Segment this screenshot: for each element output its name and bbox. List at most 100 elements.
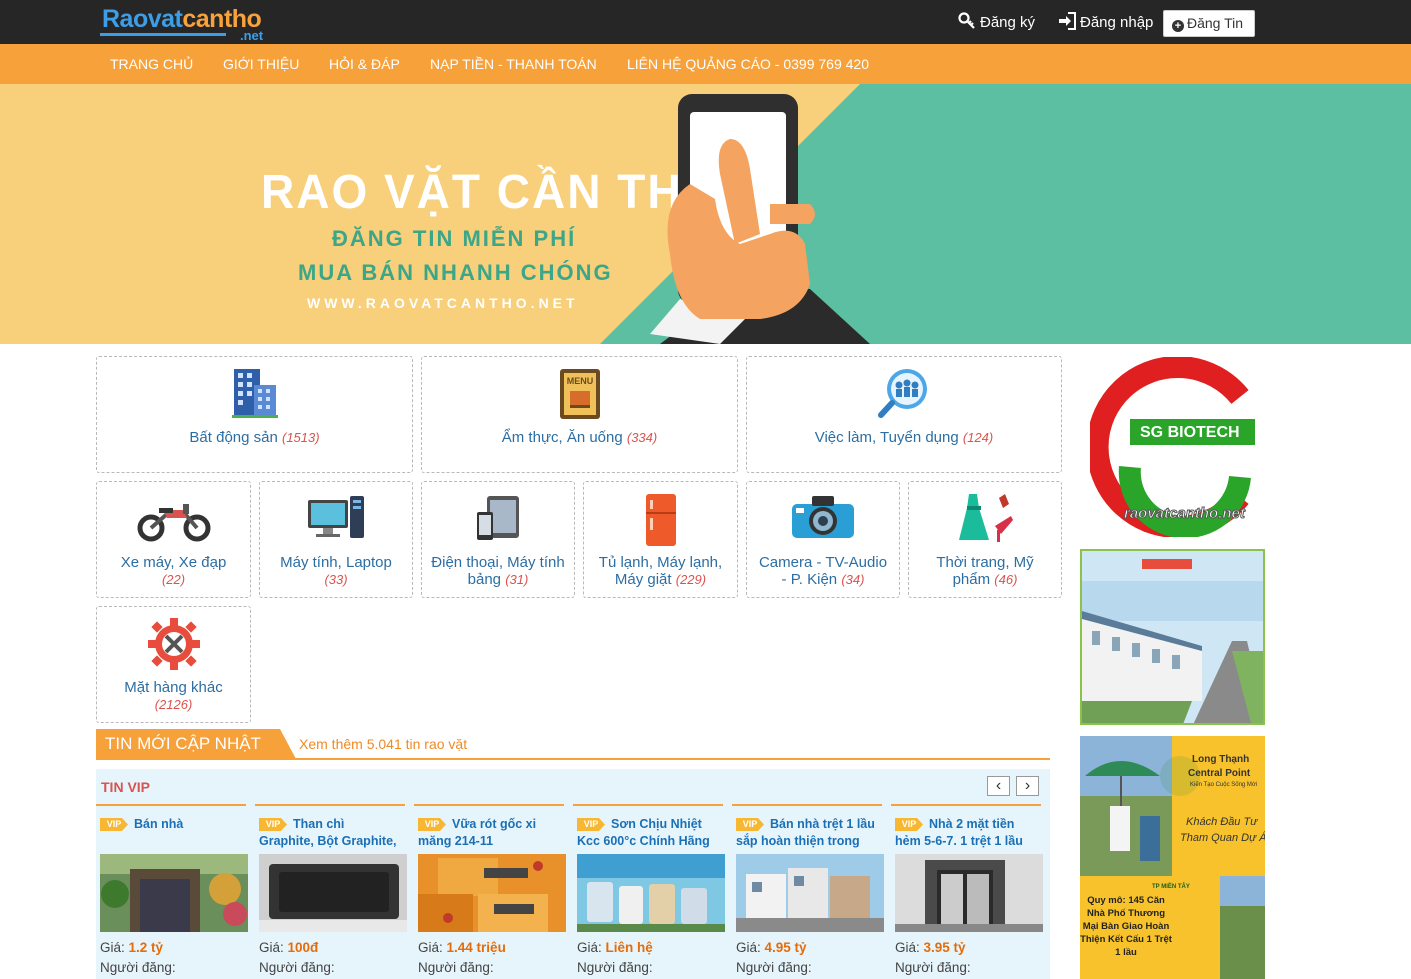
- vip-card-price-row: Giá: Liên hệ: [577, 940, 653, 955]
- vip-card-title[interactable]: Bán nhà: [100, 816, 243, 850]
- price-label: Giá:: [100, 940, 125, 955]
- vip-card-title[interactable]: Sơn Chịu Nhiệt Kcc 600°c Chính Hãng 100%: [577, 816, 720, 850]
- ad1-site: raovatcantho.net: [1124, 505, 1246, 523]
- poster-label: Người đăng:: [100, 960, 176, 975]
- price-label: Giá:: [577, 940, 602, 955]
- vip-card-title[interactable]: Nhà 2 mặt tiền hẻm 5-6-7. 1 trệt 1 lầu c…: [895, 816, 1038, 850]
- logo-underline: [100, 33, 226, 36]
- category-card-other[interactable]: Mặt hàng khác (2126): [96, 606, 251, 723]
- vip-card-price: 4.95 tỷ: [764, 940, 807, 955]
- ad3-sub: Kiến Tạo Cuộc Sống Mới: [1190, 782, 1258, 788]
- vip-card-price-row: Giá: 1.2 tỷ: [100, 940, 163, 955]
- vip-card[interactable]: VIP Bán nhà Giá: 1.2 tỷ Người đăng:: [96, 804, 248, 979]
- vip-card-image[interactable]: [418, 854, 566, 932]
- category-name: Mặt hàng khác: [124, 679, 223, 696]
- ad3-desc: Quy mô: 145 Căn Nhà Phố Thương Mại Bàn G…: [1080, 895, 1172, 958]
- hero-banner[interactable]: RAO VẶT CẦN THƠ ĐĂNG TIN MIỄN PHÍ MUA BÁ…: [0, 84, 1411, 344]
- category-name: Xe máy, Xe đạp: [120, 554, 227, 571]
- vip-card-price-row: Giá: 4.95 tỷ: [736, 940, 807, 955]
- vip-card[interactable]: VIP Nhà 2 mặt tiền hẻm 5-6-7. 1 trệt 1 l…: [891, 804, 1043, 979]
- vip-card-price-row: Giá: 100đ: [259, 940, 318, 955]
- category-card-computer[interactable]: Máy tính, Laptop (33): [259, 481, 413, 598]
- building-icon: [231, 369, 278, 418]
- chevron-right-icon: ›: [1024, 777, 1031, 794]
- poster-label: Người đăng:: [259, 960, 335, 975]
- category-name: Máy tính, Laptop: [280, 554, 392, 571]
- category-count: (34): [841, 572, 865, 587]
- register-link[interactable]: Đăng ký: [958, 12, 1035, 32]
- category-card-jobs[interactable]: Việc làm, Tuyển dụng (124): [746, 356, 1062, 473]
- vip-card-price: 100đ: [287, 940, 319, 955]
- carousel-prev-button[interactable]: ‹: [987, 776, 1010, 796]
- svg-text:MENU: MENU: [566, 376, 593, 386]
- sign-in-icon: [1059, 12, 1076, 30]
- nav-faq[interactable]: HỎI & ĐÁP: [329, 44, 400, 84]
- key-icon: [958, 12, 975, 29]
- nav-payment[interactable]: NẠP TIỀN - THANH TOÁN: [430, 44, 597, 84]
- category-card-food[interactable]: MENU Ẩm thực, Ăn uống (334): [421, 356, 738, 473]
- category-count: (22): [161, 572, 186, 587]
- logo-suffix: .net: [240, 28, 264, 43]
- vip-card-title[interactable]: Vữa rót gốc xi măng 214-11: [418, 816, 561, 850]
- nav-about[interactable]: GIỚI THIỆU: [223, 44, 299, 84]
- vip-card-title[interactable]: Than chì Graphite, Bột Graphite, khuân đ…: [259, 816, 402, 850]
- vip-card[interactable]: VIP Than chì Graphite, Bột Graphite, khu…: [255, 804, 407, 979]
- carousel-next-button[interactable]: ›: [1016, 776, 1039, 796]
- top-bar: Raovatcantho .net Đăng ký Đăng nhập + Đăn…: [0, 0, 1411, 44]
- main-nav: TRANG CHỦ GIỚI THIỆU HỎI & ĐÁP NẠP TIỀN …: [0, 44, 1411, 84]
- banner-url: WWW.RAOVATCANTHO.NET: [307, 295, 579, 311]
- post-label: Đăng Tin: [1187, 15, 1244, 31]
- ad3-title1: Long Thạnh: [1192, 754, 1250, 765]
- category-name: Điện thoại, Máy tính bảng: [431, 554, 565, 588]
- vip-card[interactable]: VIP Sơn Chịu Nhiệt Kcc 600°c Chính Hãng …: [573, 804, 725, 979]
- vip-card-price-row: Giá: 3.95 tỷ: [895, 940, 966, 955]
- latest-section-title: TIN MỚI CẬP NHẬT: [96, 729, 296, 759]
- ad-real-estate-photo[interactable]: [1080, 549, 1265, 725]
- see-more-link[interactable]: Xem thêm 5.041 tin rao vặt: [299, 736, 467, 752]
- vip-section-title: TIN VIP: [101, 779, 151, 795]
- vip-card-image[interactable]: [259, 854, 407, 932]
- category-card-real-estate[interactable]: Bất động sản (1513): [96, 356, 413, 473]
- ad3-script1: Khách Đầu Tư: [1186, 816, 1258, 828]
- computer-icon: [308, 496, 364, 538]
- category-count: (229): [675, 572, 707, 587]
- vip-card[interactable]: VIP Bán nhà trệt 1 lầu sắp hoàn thiện tr…: [732, 804, 884, 979]
- logo-main-text: Raovat: [102, 5, 183, 33]
- phone-hand-illustration: [650, 94, 870, 344]
- category-card-fashion[interactable]: Thời trang, Mỹ phẩm (46): [908, 481, 1062, 598]
- category-card-camera[interactable]: Camera - TV-Audio - P. Kiện (34): [746, 481, 900, 598]
- site-logo[interactable]: Raovatcantho .net: [100, 4, 272, 43]
- vip-card-price: Liên hệ: [605, 940, 653, 955]
- category-card-phone[interactable]: Điện thoại, Máy tính bảng (31): [421, 481, 575, 598]
- vip-card-image[interactable]: [577, 854, 725, 932]
- price-label: Giá:: [418, 940, 443, 955]
- category-count: (1513): [282, 430, 320, 445]
- motorbike-icon: [137, 504, 210, 542]
- login-link[interactable]: Đăng nhập: [1058, 12, 1153, 32]
- register-label: Đăng ký: [980, 14, 1036, 31]
- category-card-appliances[interactable]: Tủ lạnh, Máy lạnh, Máy giặt (229): [583, 481, 738, 598]
- ad3-title2: Central Point: [1188, 768, 1251, 779]
- post-listing-button[interactable]: + Đăng Tin: [1163, 10, 1255, 37]
- tablet-icon: [477, 496, 519, 540]
- latest-section-header: TIN MỚI CẬP NHẬT Xem thêm 5.041 tin rao …: [96, 729, 1050, 760]
- category-card-motorbike[interactable]: Xe máy, Xe đạp (22): [96, 481, 251, 598]
- vip-card-image[interactable]: [100, 854, 248, 932]
- nav-ad-contact[interactable]: LIÊN HỆ QUẢNG CÁO - 0399 769 420: [627, 44, 869, 84]
- chevron-left-icon: ‹: [995, 777, 1002, 794]
- vip-card-image[interactable]: [736, 854, 884, 932]
- ad-sg-biotech[interactable]: SG BIOTECH raovatcantho.net: [1086, 356, 1260, 539]
- price-label: Giá:: [895, 940, 920, 955]
- category-name: Bất động sản: [189, 429, 278, 446]
- category-name: Thời trang, Mỹ phẩm: [936, 554, 1034, 588]
- vip-card[interactable]: VIP Vữa rót gốc xi măng 214-11 Giá: 1.44…: [414, 804, 566, 979]
- category-count: (46): [994, 572, 1018, 587]
- vip-card-title[interactable]: Bán nhà trệt 1 lầu sắp hoàn thiện trong …: [736, 816, 879, 850]
- ad-long-thanh[interactable]: Long Thạnh Central Point Kiến Tạo Cuộc S…: [1080, 736, 1265, 979]
- vip-card-image[interactable]: [895, 854, 1043, 932]
- nav-home[interactable]: TRANG CHỦ: [110, 44, 193, 84]
- category-name: Ẩm thực, Ăn uống: [501, 429, 623, 446]
- banner-line2: MUA BÁN NHANH CHÓNG: [298, 260, 613, 285]
- login-label: Đăng nhập: [1080, 14, 1154, 31]
- vip-card-price-row: Giá: 1.44 triệu: [418, 940, 506, 955]
